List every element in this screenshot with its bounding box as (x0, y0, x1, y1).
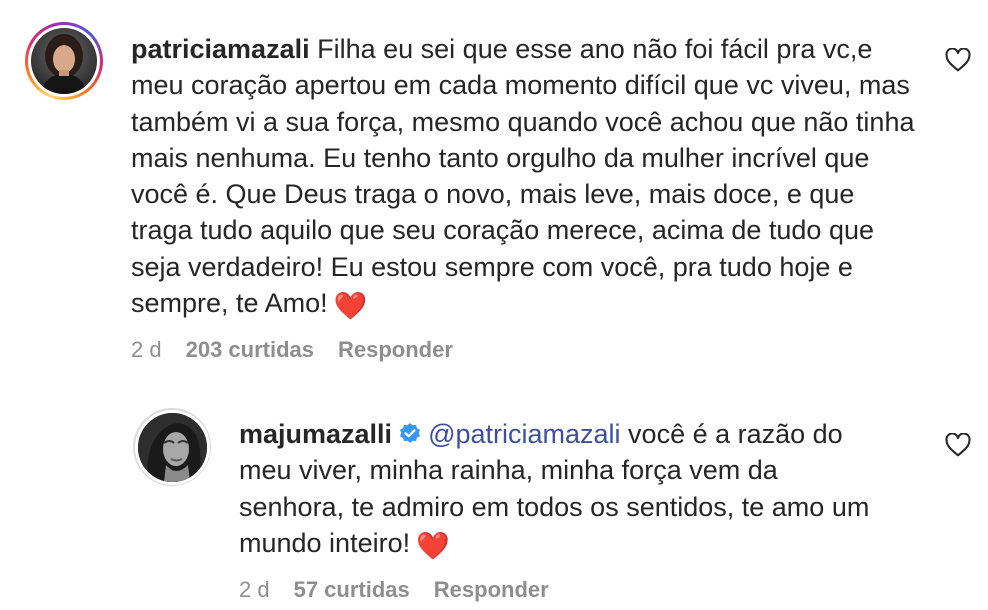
comment-time: 2 d (131, 337, 162, 362)
comment-time: 2 d (239, 577, 270, 602)
comment-username[interactable]: patriciamazali (131, 34, 310, 64)
comment-body: patriciamazali Filha eu sei que esse ano… (131, 31, 921, 324)
red-heart-emoji: ❤️ (333, 291, 368, 322)
heart-outline-icon[interactable] (945, 433, 971, 457)
comment-meta: 2 d 203 curtidas Responder (131, 337, 453, 363)
avatar-photo (31, 28, 97, 94)
comment-majumazalli: majumazalli @patriciamazali você é a raz… (0, 380, 988, 610)
likes-count[interactable]: 57 curtidas (294, 577, 410, 603)
avatar[interactable] (25, 22, 103, 100)
reply-meta: 2 d 57 curtidas Responder (239, 577, 549, 603)
red-heart-emoji: ❤️ (416, 530, 450, 561)
heart-outline-icon[interactable] (945, 48, 971, 72)
mention-link[interactable]: @patriciamazali (428, 419, 620, 449)
reply-button[interactable]: Responder (338, 337, 453, 363)
comment-text: Filha eu sei que esse ano não foi fácil … (131, 34, 915, 319)
avatar-photo (137, 412, 207, 482)
reply-button[interactable]: Responder (434, 577, 549, 603)
likes-count[interactable]: 203 curtidas (186, 337, 314, 363)
comment-username[interactable]: majumazalli (239, 419, 392, 449)
reply-body: majumazalli @patriciamazali você é a raz… (239, 416, 889, 564)
avatar[interactable] (133, 408, 211, 486)
verified-badge-icon (400, 423, 421, 443)
comment-patriciamazali: patriciamazali Filha eu sei que esse ano… (0, 0, 988, 380)
